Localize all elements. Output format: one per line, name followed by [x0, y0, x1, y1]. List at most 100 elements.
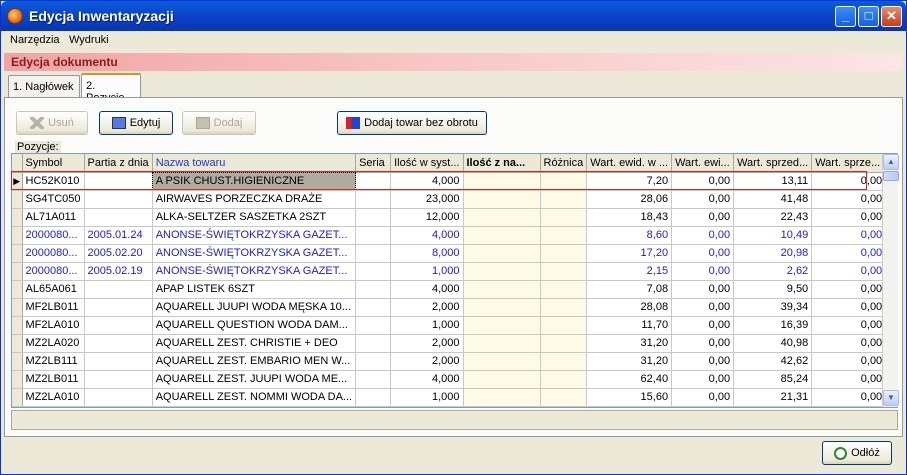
- table-row[interactable]: AL65A061 APAP LISTEK 6SZT 4,000 7,08 0,00 9,5…: [12, 280, 887, 299]
- cell-seria[interactable]: [355, 370, 392, 389]
- header-wart-ewid[interactable]: Wart. ewid. w ...: [586, 154, 673, 173]
- row-indicator[interactable]: [12, 334, 23, 353]
- add-no-turnover-button[interactable]: Dodaj towar bez obrotu: [337, 111, 487, 135]
- cell-wart-sprze[interactable]: 0,00: [811, 316, 887, 335]
- cell-nazwa[interactable]: AQUARELL ZEST. NOMMI WODA DA...: [152, 388, 357, 407]
- cell-nazwa[interactable]: APAP LISTEK 6SZT: [152, 280, 357, 299]
- cell-seria[interactable]: [355, 262, 392, 281]
- cell-partia[interactable]: [84, 280, 153, 299]
- table-row[interactable]: MZ2LA020 AQUARELL ZEST. CHRISTIE + DEO 2,0…: [12, 334, 887, 353]
- cell-roznica[interactable]: [540, 172, 588, 191]
- cell-wart-sprzed[interactable]: 10,49: [733, 226, 813, 245]
- cell-ilosc-natury[interactable]: [463, 352, 541, 371]
- cell-partia[interactable]: [84, 316, 153, 335]
- cell-symbol[interactable]: 2000080...: [22, 226, 85, 245]
- row-indicator[interactable]: [12, 190, 23, 209]
- cell-nazwa[interactable]: ANONSE-ŚWIĘTOKRZYSKA GAZET...: [152, 262, 357, 281]
- cell-partia[interactable]: 2005.01.24: [84, 226, 153, 245]
- cell-ilosc-syst[interactable]: 2,000: [390, 334, 464, 353]
- cell-ilosc-natury[interactable]: [463, 190, 541, 209]
- cell-symbol[interactable]: 2000080...: [22, 244, 85, 263]
- table-row[interactable]: MZ2LB011 AQUARELL ZEST. JUUPI WODA ME... 4…: [12, 370, 887, 389]
- cell-seria[interactable]: [355, 208, 392, 227]
- cell-wart-sprzed[interactable]: 20,98: [733, 244, 813, 263]
- cell-seria[interactable]: [355, 280, 392, 299]
- cell-wart-sprzed[interactable]: 16,39: [733, 316, 813, 335]
- cell-wart-sprzed[interactable]: 21,31: [733, 388, 813, 407]
- cell-roznica[interactable]: [540, 316, 588, 335]
- cell-ilosc-syst[interactable]: 4,000: [390, 172, 464, 191]
- cell-wart-ewid[interactable]: 31,20: [586, 334, 673, 353]
- cell-ilosc-syst[interactable]: 2,000: [390, 298, 464, 317]
- cell-partia[interactable]: [84, 352, 153, 371]
- cell-seria[interactable]: [355, 298, 392, 317]
- cell-symbol[interactable]: 2000080...: [22, 262, 85, 281]
- cell-ilosc-natury[interactable]: [463, 280, 541, 299]
- cell-wart-ewid[interactable]: 28,08: [586, 298, 673, 317]
- cell-wart-ewid[interactable]: 7,08: [586, 280, 673, 299]
- cell-symbol[interactable]: MZ2LA020: [22, 334, 85, 353]
- cell-nazwa[interactable]: ANONSE-ŚWIĘTOKRZYSKA GAZET...: [152, 244, 357, 263]
- row-indicator[interactable]: [12, 298, 23, 317]
- cell-wart-sprze[interactable]: 0,00: [811, 172, 887, 191]
- cell-ilosc-natury[interactable]: [463, 388, 541, 407]
- cell-roznica[interactable]: [540, 352, 588, 371]
- cell-seria[interactable]: [355, 334, 392, 353]
- cell-seria[interactable]: [355, 172, 392, 191]
- cell-partia[interactable]: [84, 172, 153, 191]
- cell-wart-sprze[interactable]: 0,00: [811, 298, 887, 317]
- cell-wart-sprzed[interactable]: 85,24: [733, 370, 813, 389]
- header-ilosc-natury[interactable]: Ilość z na...: [463, 154, 541, 173]
- row-indicator[interactable]: [12, 226, 23, 245]
- cell-ilosc-syst[interactable]: 1,000: [390, 388, 464, 407]
- cell-wart-sprzed[interactable]: 41,48: [733, 190, 813, 209]
- cell-nazwa[interactable]: A PSIK CHUST.HIGIENICZNE: [152, 172, 357, 191]
- table-row[interactable]: SG4TC050 AIRWAVES PORZECZKA DRAŻE 23,000 28…: [12, 190, 887, 209]
- delete-button[interactable]: Usuń: [16, 111, 88, 135]
- cell-roznica[interactable]: [540, 334, 588, 353]
- cell-wart-ewi[interactable]: 0,00: [671, 226, 735, 245]
- cell-roznica[interactable]: [540, 208, 588, 227]
- cell-wart-sprze[interactable]: 0,00: [811, 352, 887, 371]
- cell-wart-ewi[interactable]: 0,00: [671, 316, 735, 335]
- cell-wart-ewid[interactable]: 28,06: [586, 190, 673, 209]
- table-row[interactable]: AL71A011 ALKA-SELTZER SASZETKA 2SZT 12,000…: [12, 208, 887, 227]
- table-row[interactable]: 2000080... 2005.02.19 ANONSE-ŚWIĘTOKRZYSKA…: [12, 262, 887, 281]
- maximize-button[interactable]: □: [858, 6, 879, 27]
- cell-nazwa[interactable]: ALKA-SELTZER SASZETKA 2SZT: [152, 208, 357, 227]
- cell-ilosc-syst[interactable]: 23,000: [390, 190, 464, 209]
- cell-wart-ewid[interactable]: 17,20: [586, 244, 673, 263]
- cell-wart-sprze[interactable]: 0,00: [811, 244, 887, 263]
- edit-button[interactable]: Edytuj: [99, 111, 173, 135]
- cell-wart-ewid[interactable]: 2,15: [586, 262, 673, 281]
- row-indicator[interactable]: [12, 262, 23, 281]
- cell-wart-ewi[interactable]: 0,00: [671, 352, 735, 371]
- scroll-down-icon[interactable]: ▼: [883, 390, 899, 406]
- cell-wart-sprzed[interactable]: 40,98: [733, 334, 813, 353]
- cell-wart-sprzed[interactable]: 39,34: [733, 298, 813, 317]
- tab-naglowek[interactable]: 1. Nagłówek: [8, 75, 80, 97]
- header-partia[interactable]: Partia z dnia: [84, 154, 153, 173]
- cell-roznica[interactable]: [540, 244, 588, 263]
- header-seria[interactable]: Seria: [355, 154, 392, 173]
- cell-wart-ewi[interactable]: 0,00: [671, 262, 735, 281]
- cell-roznica[interactable]: [540, 262, 588, 281]
- header-symbol[interactable]: Symbol: [22, 154, 85, 173]
- cell-nazwa[interactable]: AQUARELL ZEST. JUUPI WODA ME...: [152, 370, 357, 389]
- cell-wart-ewi[interactable]: 0,00: [671, 334, 735, 353]
- cell-wart-ewid[interactable]: 8,60: [586, 226, 673, 245]
- cell-wart-ewid[interactable]: 15,60: [586, 388, 673, 407]
- cell-wart-sprze[interactable]: 0,00: [811, 262, 887, 281]
- cell-roznica[interactable]: [540, 280, 588, 299]
- header-roznica[interactable]: Różnica: [540, 154, 588, 173]
- header-nazwa[interactable]: Nazwa towaru: [152, 154, 357, 173]
- cell-seria[interactable]: [355, 316, 392, 335]
- cell-ilosc-natury[interactable]: [463, 262, 541, 281]
- header-ilosc-syst[interactable]: Ilość w syst...: [390, 154, 464, 173]
- row-indicator[interactable]: [12, 208, 23, 227]
- cell-symbol[interactable]: AL65A061: [22, 280, 85, 299]
- scroll-up-icon[interactable]: ▲: [883, 154, 899, 170]
- cell-symbol[interactable]: MZ2LB011: [22, 370, 85, 389]
- cell-ilosc-syst[interactable]: 1,000: [390, 316, 464, 335]
- cell-symbol[interactable]: MZ2LA010: [22, 388, 85, 407]
